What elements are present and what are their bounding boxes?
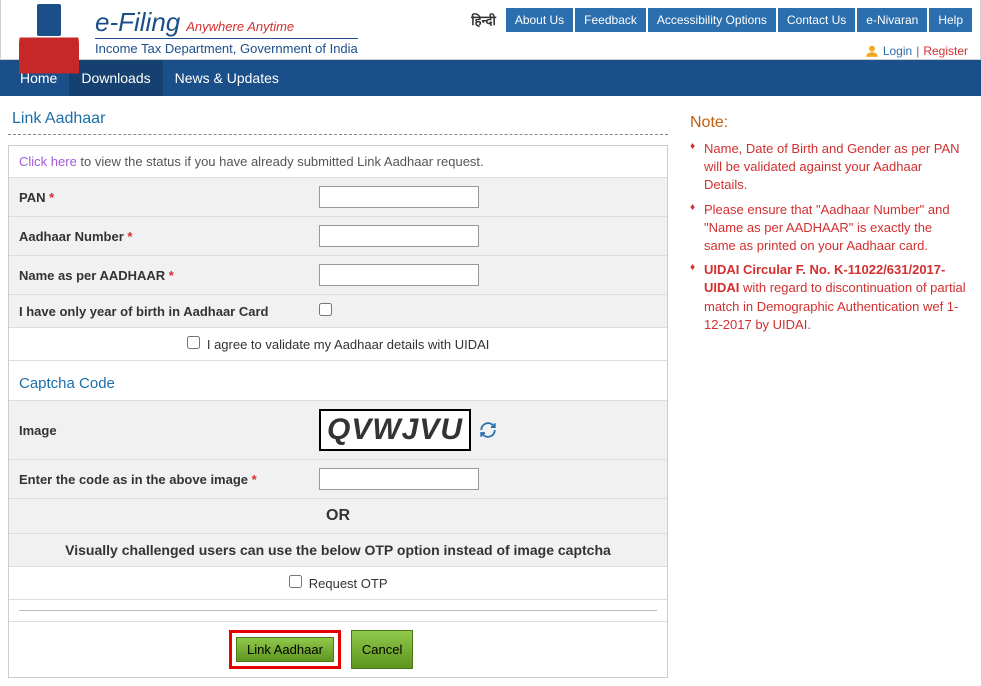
brand-title: e-Filing: [95, 7, 180, 38]
divider: [19, 610, 657, 611]
topnav-feedback[interactable]: Feedback: [575, 8, 646, 32]
agree-label: I agree to validate my Aadhaar details w…: [207, 337, 490, 352]
top-navigation: हिन्दी About Us Feedback Accessibility O…: [463, 6, 972, 34]
pan-label: PAN: [19, 190, 45, 205]
topnav-enivaran[interactable]: e-Nivaran: [857, 8, 927, 32]
govt-emblem-icon: [9, 4, 89, 59]
request-otp-label: Request OTP: [309, 576, 388, 591]
page-title: Link Aadhaar: [8, 104, 668, 135]
notes-heading: Note:: [690, 114, 967, 132]
name-label: Name as per AADHAAR: [19, 268, 165, 283]
topnav-accessibility[interactable]: Accessibility Options: [648, 8, 776, 32]
captcha-heading: Captcha Code: [9, 361, 667, 401]
nav-news[interactable]: News & Updates: [163, 60, 291, 96]
cancel-button[interactable]: Cancel: [351, 630, 413, 669]
captcha-image: QVWJVU: [319, 409, 471, 451]
yob-label: I have only year of birth in Aadhaar Car…: [19, 304, 268, 319]
separator: |: [916, 44, 919, 58]
captcha-input[interactable]: [319, 468, 479, 490]
login-register-row: Login | Register: [865, 44, 972, 58]
brand-area: e-Filing Anywhere Anytime Income Tax Dep…: [9, 4, 358, 59]
note-item: UIDAI Circular F. No. K-11022/631/2017-U…: [690, 261, 967, 334]
nav-downloads[interactable]: Downloads: [69, 60, 162, 96]
pan-input[interactable]: [319, 186, 479, 208]
aadhaar-label: Aadhaar Number: [19, 229, 124, 244]
brand-subtitle: Income Tax Department, Government of Ind…: [95, 38, 358, 56]
refresh-icon[interactable]: [479, 421, 497, 439]
topnav-about[interactable]: About Us: [506, 8, 573, 32]
enter-code-label: Enter the code as in the above image: [19, 472, 248, 487]
login-link[interactable]: Login: [883, 44, 912, 58]
or-separator: OR: [9, 499, 667, 534]
name-input[interactable]: [319, 264, 479, 286]
main-navigation: Home Downloads News & Updates: [0, 60, 981, 96]
visually-challenged-note: Visually challenged users can use the be…: [9, 534, 667, 567]
topnav-help[interactable]: Help: [929, 8, 972, 32]
topnav-contact[interactable]: Contact Us: [778, 8, 855, 32]
user-icon: [865, 44, 879, 58]
highlight-box: Link Aadhaar: [229, 630, 341, 669]
note-item: Name, Date of Birth and Gender as per PA…: [690, 140, 967, 195]
captcha-image-label: Image: [19, 423, 57, 438]
hindi-link[interactable]: हिन्दी: [463, 6, 504, 34]
notes-sidebar: Note: Name, Date of Birth and Gender as …: [684, 104, 973, 678]
request-otp-checkbox[interactable]: [289, 575, 302, 588]
yob-checkbox[interactable]: [319, 303, 332, 316]
link-aadhaar-button[interactable]: Link Aadhaar: [236, 637, 334, 662]
top-header: e-Filing Anywhere Anytime Income Tax Dep…: [0, 0, 981, 60]
instruction-line: Click here to view the status if you hav…: [9, 146, 667, 177]
note-item: Please ensure that "Aadhaar Number" and …: [690, 201, 967, 256]
form-panel: Click here to view the status if you hav…: [8, 145, 668, 678]
brand-tagline: Anywhere Anytime: [186, 19, 294, 34]
agree-checkbox[interactable]: [187, 336, 200, 349]
click-here-link[interactable]: Click here: [19, 154, 77, 169]
register-link[interactable]: Register: [923, 44, 968, 58]
aadhaar-input[interactable]: [319, 225, 479, 247]
